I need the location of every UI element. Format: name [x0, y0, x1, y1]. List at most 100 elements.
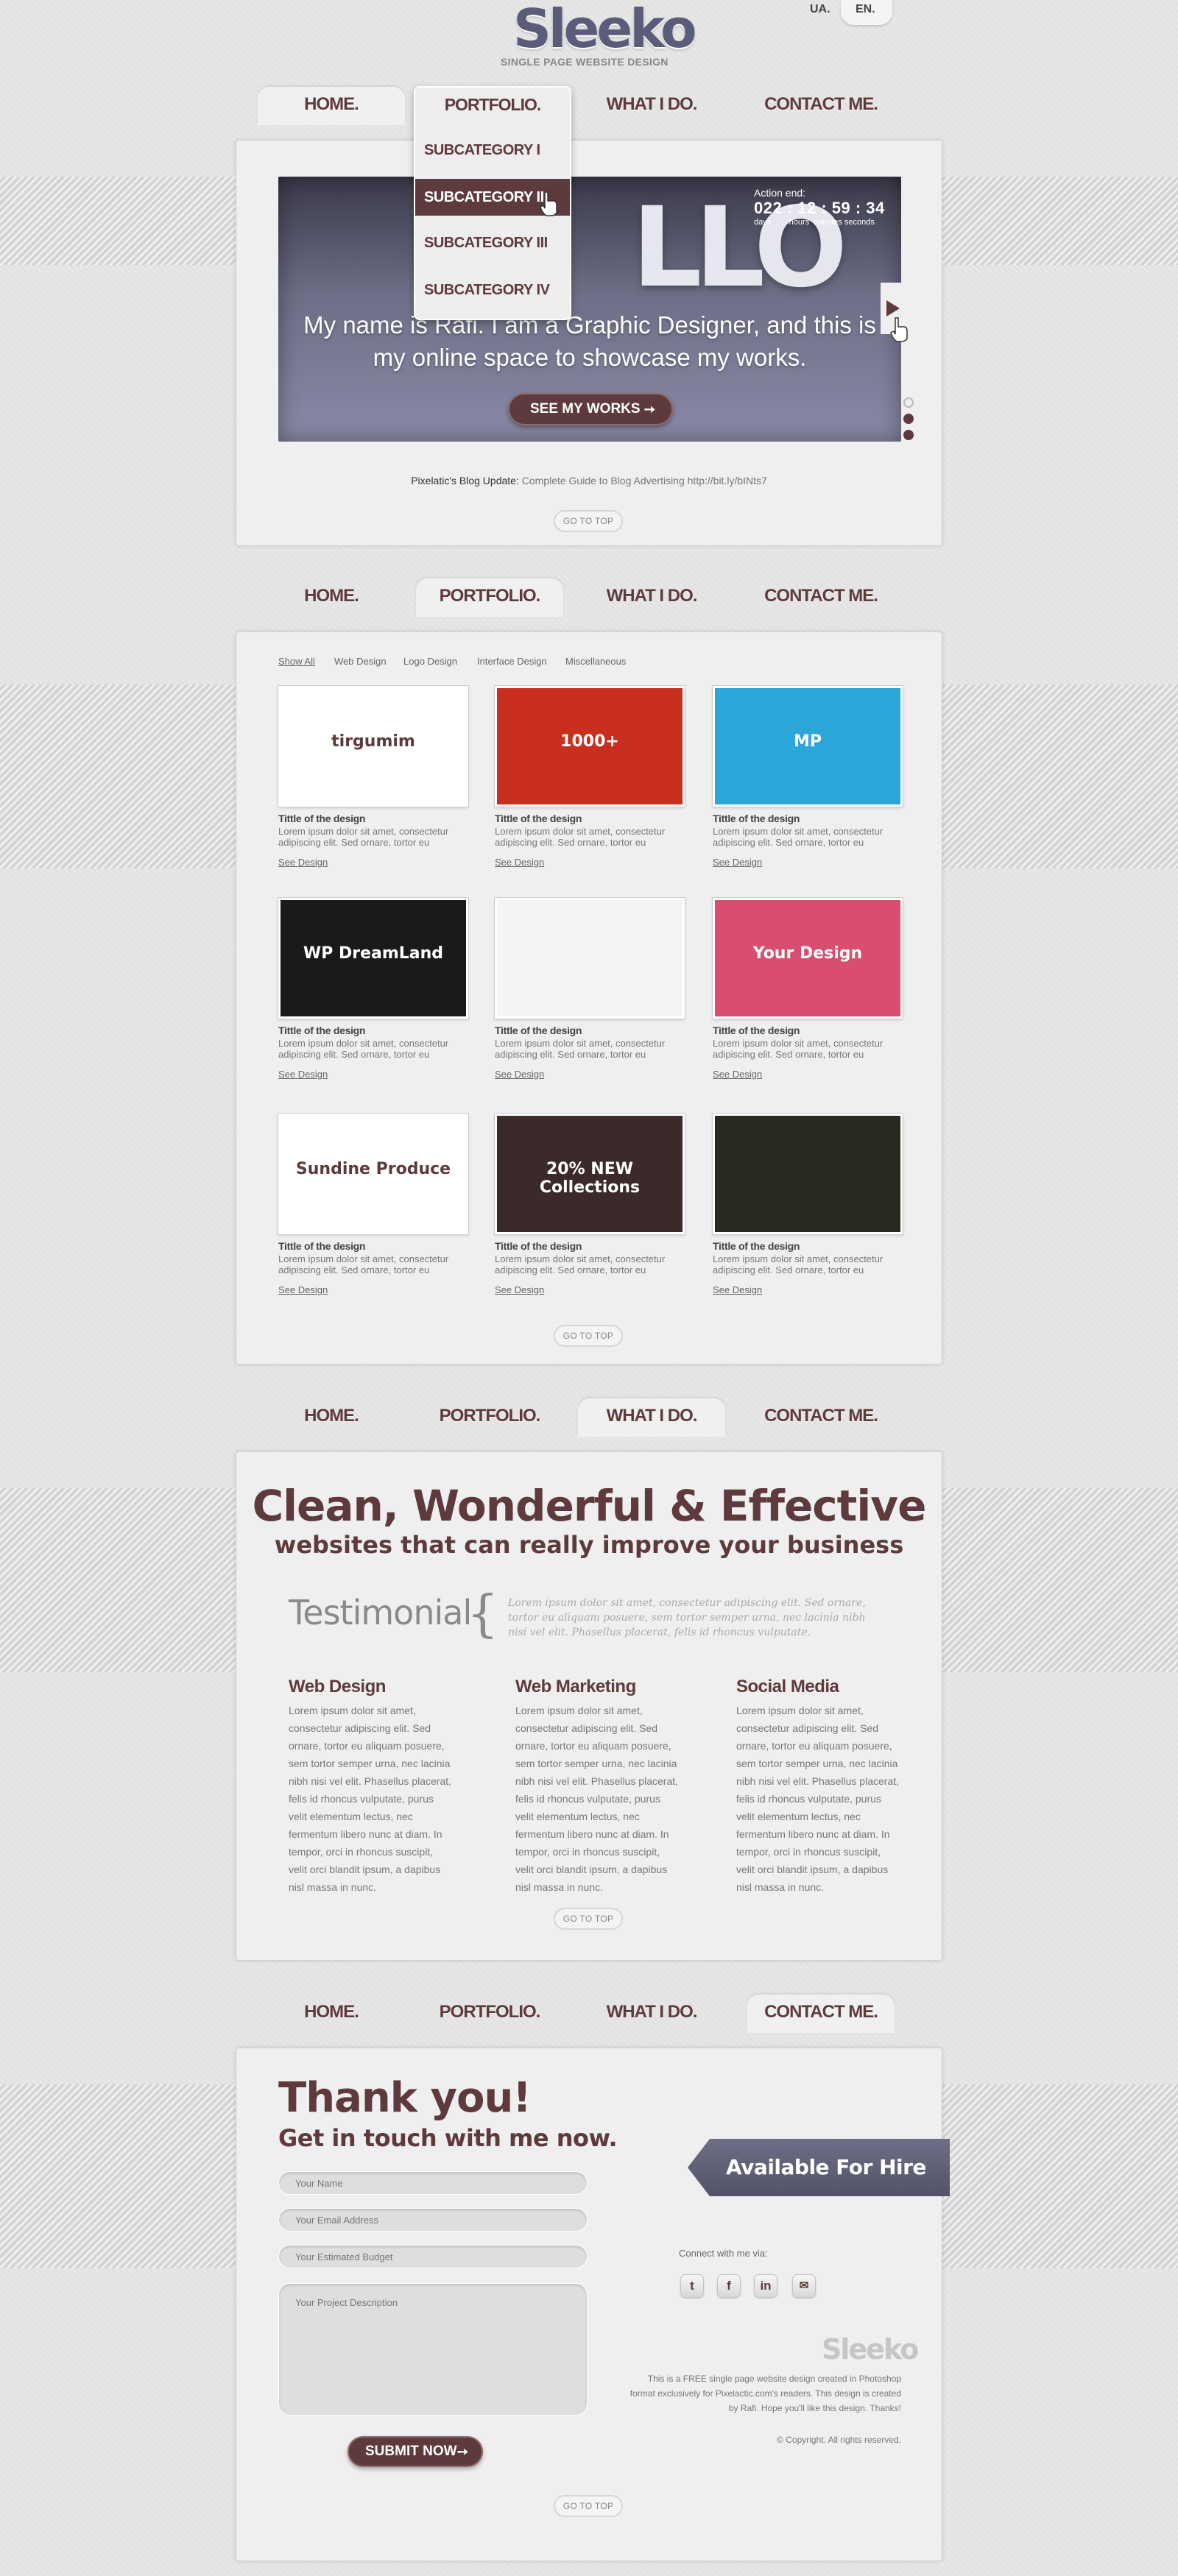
nav-what-i-do[interactable]: WHAT I DO.	[578, 87, 725, 122]
linkedin-icon[interactable]: in	[754, 2274, 777, 2298]
nav-home[interactable]: HOME.	[258, 87, 405, 125]
see-design-link[interactable]: See Design	[495, 857, 544, 868]
see-design-link[interactable]: See Design	[713, 1284, 762, 1295]
nav-home[interactable]: HOME.	[258, 1995, 405, 2030]
blog-update: Pixelatic's Blog Update: Complete Guide …	[236, 475, 942, 486]
see-design-link[interactable]: See Design	[278, 857, 328, 868]
main-nav-2: HOME. PORTFOLIO. WHAT I DO. CONTACT ME.	[236, 578, 942, 617]
design-title: Tittle of the design	[713, 1240, 800, 1252]
countdown-label: Action end:	[754, 187, 806, 199]
slider-dot-1[interactable]	[903, 397, 914, 408]
nav-contact[interactable]: CONTACT ME.	[747, 1995, 895, 2033]
nav-what-i-do[interactable]: WHAT I DO.	[578, 578, 725, 614]
see-design-link[interactable]: See Design	[713, 857, 762, 868]
see-design-link[interactable]: See Design	[278, 1284, 328, 1295]
copyright: © Copyright. All rights reserved.	[777, 2435, 901, 2445]
see-design-link[interactable]: See Design	[278, 1069, 328, 1080]
service-text-web-design: Lorem ipsum dolor sit amet, consectetur …	[289, 1705, 452, 1893]
dropdown-title[interactable]: PORTFOLIO.	[415, 95, 570, 115]
design-title: Tittle of the design	[495, 1240, 582, 1252]
nav-home[interactable]: HOME.	[258, 1398, 405, 1434]
design-title: Tittle of the design	[278, 1025, 366, 1036]
portfolio-thumbnail[interactable]: 1000+	[495, 686, 685, 807]
countdown-units: days hours minutes seconds	[754, 218, 875, 227]
service-title-web-design: Web Design	[289, 1677, 386, 1696]
arrow-right-icon: ➙	[643, 402, 655, 417]
blog-label: Pixelatic's Blog Update:	[411, 475, 519, 486]
nav-contact[interactable]: CONTACT ME.	[747, 87, 895, 122]
main-nav-4: HOME. PORTFOLIO. WHAT I DO. CONTACT ME.	[236, 1995, 942, 2033]
portfolio-thumbnail[interactable]	[495, 898, 685, 1019]
service-text-social-media: Lorem ipsum dolor sit amet, consectetur …	[736, 1705, 900, 1893]
thumbnail-label: tirgumim	[331, 732, 415, 751]
portfolio-thumbnail[interactable]: Your Design	[713, 898, 903, 1019]
thumbnail-label: 1000+	[560, 732, 619, 751]
go-to-top-button[interactable]: GO TO TOP	[554, 510, 623, 532]
nav-portfolio[interactable]: PORTFOLIO.	[416, 578, 563, 617]
site-tagline: SINGLE PAGE WEBSITE DESIGN	[501, 56, 669, 68]
hand-cursor-icon	[890, 317, 908, 342]
nav-contact[interactable]: CONTACT ME.	[747, 578, 895, 614]
main-nav-3: HOME. PORTFOLIO. WHAT I DO. CONTACT ME.	[236, 1398, 942, 1437]
name-field[interactable]	[278, 2171, 588, 2195]
thumbnail-label: WP DreamLand	[303, 944, 444, 963]
nav-what-i-do[interactable]: WHAT I DO.	[578, 1995, 725, 2030]
portfolio-dropdown: PORTFOLIO. SUBCATEGORY I SUBCATEGORY II …	[414, 86, 571, 320]
submit-label: SUBMIT NOW	[365, 2444, 457, 2459]
filter-show-all[interactable]: Show All	[278, 656, 315, 667]
thumbnail-label: Your Design	[752, 944, 863, 963]
design-title: Tittle of the design	[495, 1025, 582, 1036]
filter-miscellaneous[interactable]: Miscellaneous	[565, 656, 626, 667]
design-title: Tittle of the design	[495, 813, 582, 824]
filter-web-design[interactable]: Web Design	[334, 656, 387, 667]
countdown-value: 022 : 12 : 59 : 34	[754, 199, 885, 217]
site-logo[interactable]: Sleeko	[513, 0, 697, 57]
slider-dot-2[interactable]	[903, 414, 914, 424]
thank-you-heading: Thank you!	[278, 2074, 532, 2122]
submit-button[interactable]: SUBMIT NOW ➙	[348, 2436, 483, 2467]
design-description: Lorem ipsum dolor sit amet, consectetur …	[495, 826, 666, 848]
twitter-icon[interactable]: t	[680, 2274, 704, 2298]
dropdown-item-4[interactable]: SUBCATEGORY IV	[415, 272, 570, 308]
lang-ua[interactable]: UA.	[810, 3, 830, 16]
design-title: Tittle of the design	[713, 1025, 800, 1036]
see-design-link[interactable]: See Design	[495, 1069, 544, 1080]
dropdown-item-3[interactable]: SUBCATEGORY III	[415, 224, 570, 261]
design-title: Tittle of the design	[278, 813, 366, 824]
portfolio-thumbnail[interactable]	[713, 1114, 903, 1234]
facebook-icon[interactable]: f	[717, 2274, 741, 2298]
filter-interface-design[interactable]: Interface Design	[477, 656, 547, 667]
nav-portfolio[interactable]: PORTFOLIO.	[416, 1398, 563, 1434]
lang-en[interactable]: EN.	[856, 3, 875, 16]
portfolio-thumbnail[interactable]: 20% NEW Collections	[495, 1114, 685, 1234]
dropdown-item-1[interactable]: SUBCATEGORY I	[415, 132, 570, 169]
go-to-top-button[interactable]: GO TO TOP	[554, 1325, 623, 1347]
blog-text[interactable]: Complete Guide to Blog Advertising http:…	[522, 475, 767, 486]
connect-label: Connect with me via:	[679, 2248, 768, 2259]
email-field[interactable]	[278, 2208, 588, 2232]
see-design-link[interactable]: See Design	[495, 1284, 544, 1295]
budget-field[interactable]	[278, 2245, 588, 2268]
portfolio-thumbnail[interactable]: tirgumim	[278, 686, 468, 807]
slider-dot-3[interactable]	[903, 430, 914, 440]
nav-contact[interactable]: CONTACT ME.	[747, 1398, 895, 1434]
arrow-right-icon: ➙	[456, 2444, 468, 2459]
available-for-hire-banner: Available For Hire	[688, 2139, 950, 2196]
see-my-works-button[interactable]: SEE MY WORKS ➙	[508, 393, 673, 425]
nav-portfolio[interactable]: PORTFOLIO.	[416, 1995, 563, 2030]
portfolio-thumbnail[interactable]: WP DreamLand	[278, 898, 468, 1019]
nav-what-i-do[interactable]: WHAT I DO.	[578, 1398, 725, 1437]
see-design-link[interactable]: See Design	[713, 1069, 762, 1080]
design-description: Lorem ipsum dolor sit amet, consectetur …	[278, 1253, 449, 1275]
go-to-top-button[interactable]: GO TO TOP	[554, 2495, 623, 2517]
filter-logo-design[interactable]: Logo Design	[403, 656, 457, 667]
mail-icon[interactable]: ✉	[792, 2274, 816, 2298]
nav-home[interactable]: HOME.	[258, 578, 405, 614]
design-description: Lorem ipsum dolor sit amet, consectetur …	[713, 826, 884, 848]
portfolio-thumbnail[interactable]: Sundine Produce	[278, 1114, 468, 1234]
project-description-field[interactable]: Your Project Description	[278, 2283, 588, 2416]
go-to-top-button[interactable]: GO TO TOP	[554, 1908, 623, 1930]
portfolio-thumbnail[interactable]: MP	[713, 686, 903, 807]
testimonial-label: Testimonial	[289, 1593, 472, 1632]
design-title: Tittle of the design	[713, 813, 800, 824]
